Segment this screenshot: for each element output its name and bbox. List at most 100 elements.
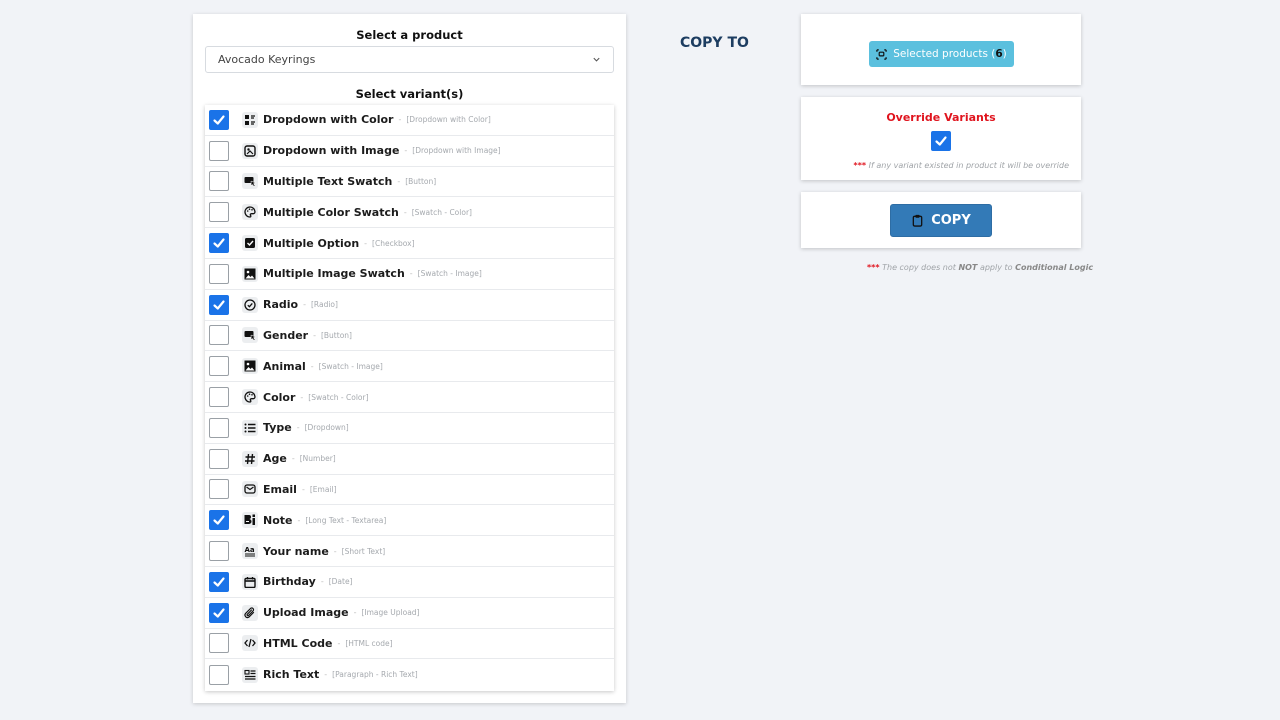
variant-type: [Swatch - Image] <box>318 361 383 371</box>
variant-type: [Paragraph - Rich Text] <box>332 670 418 680</box>
copy-to-heading: COPY TO <box>680 35 749 51</box>
variant-row[interactable]: Rich Text - [Paragraph - Rich Text] <box>205 659 614 690</box>
variant-checkbox[interactable] <box>209 202 229 223</box>
variant-separator: - <box>310 361 314 371</box>
variant-row[interactable]: Animal - [Swatch - Image] <box>205 351 614 383</box>
selected-products-count: 6 <box>995 48 1003 60</box>
chevron-down-icon <box>591 55 601 65</box>
variant-row[interactable]: Type - [Dropdown] <box>205 413 614 444</box>
variant-name: Dropdown with Color <box>263 113 394 127</box>
variant-type: [Swatch - Image] <box>417 269 482 279</box>
override-note-text: If any variant existed in product it wil… <box>868 161 1069 170</box>
rich-text-icon <box>242 666 258 683</box>
checkmark-icon <box>213 608 225 618</box>
variant-checkbox[interactable] <box>209 510 229 531</box>
variant-row[interactable]: Email - [Email] <box>205 475 614 506</box>
variant-type: [Dropdown with Color] <box>406 115 491 125</box>
select-frame-icon <box>876 48 887 60</box>
variant-type: [Radio] <box>311 300 338 310</box>
variant-checkbox[interactable] <box>209 294 229 315</box>
variant-type: [Swatch - Color] <box>308 392 369 402</box>
variant-checkbox[interactable] <box>209 325 229 346</box>
variant-checkbox[interactable] <box>209 387 229 408</box>
variant-separator: - <box>409 269 413 279</box>
short-text-icon: Aa <box>242 543 258 560</box>
variant-separator: - <box>296 423 300 433</box>
button-cursor-icon <box>242 173 258 190</box>
selected-products-button[interactable]: Selected products (6) <box>869 41 1014 67</box>
variant-name: HTML Code <box>263 636 333 650</box>
variant-checkbox[interactable] <box>209 109 229 130</box>
variant-name: Age <box>263 452 287 466</box>
variant-checkbox[interactable] <box>209 171 229 192</box>
variant-checkbox[interactable] <box>209 356 229 377</box>
clipboard-icon <box>912 214 923 227</box>
variant-name: Color <box>263 390 296 404</box>
variant-row[interactable]: Upload Image - [Image Upload] <box>205 598 614 629</box>
override-variants-card: Override Variants *** If any variant exi… <box>801 97 1081 180</box>
email-icon <box>242 481 258 498</box>
copy-note: *** The copy does not NOT apply to Condi… <box>867 263 1093 272</box>
variant-separator: - <box>303 300 306 310</box>
variant-checkbox[interactable] <box>209 479 229 500</box>
variant-row[interactable]: Gender - [Button] <box>205 321 614 352</box>
variant-name: Dropdown with Image <box>263 144 400 158</box>
variant-row[interactable]: Multiple Text Swatch - [Button] <box>205 167 614 198</box>
variant-name: Multiple Color Swatch <box>263 205 399 219</box>
variant-name: Email <box>263 482 297 496</box>
variant-name: Type <box>263 421 292 435</box>
radio-icon <box>242 296 258 313</box>
variant-name: Note <box>263 513 293 527</box>
variant-row[interactable]: Age - [Number] <box>205 444 614 475</box>
note-stars: *** <box>867 263 880 272</box>
override-variants-title: Override Variants <box>886 111 996 124</box>
code-icon <box>242 635 258 652</box>
variant-checkbox[interactable] <box>209 140 229 161</box>
variant-separator: - <box>397 176 401 186</box>
selected-products-label: Selected products ( <box>893 48 996 60</box>
variant-row[interactable]: Aa Your name - [Short Text] <box>205 536 614 567</box>
checkmark-icon <box>213 238 225 248</box>
variant-row[interactable]: Radio - [Radio] <box>205 290 614 321</box>
variant-name: Birthday <box>263 575 316 589</box>
copy-button[interactable]: COPY <box>890 204 992 237</box>
copy-note-bold-not: NOT <box>958 263 978 272</box>
copy-source-panel: Select a product Avocado Keyrings Select… <box>193 14 626 703</box>
variant-separator: - <box>353 608 357 618</box>
variant-checkbox[interactable] <box>209 263 229 284</box>
variant-row[interactable]: Dropdown with Color - [Dropdown with Color… <box>205 105 614 136</box>
variant-name: Rich Text <box>263 668 320 682</box>
variant-type: [Number] <box>299 454 336 464</box>
variant-separator: - <box>404 146 408 156</box>
variant-row[interactable]: Dropdown with Image - [Dropdown with Image… <box>205 136 614 167</box>
variant-checkbox[interactable] <box>209 541 229 562</box>
product-select[interactable]: Avocado Keyrings <box>205 46 614 73</box>
checkmark-icon <box>213 515 225 525</box>
variant-checkbox[interactable] <box>209 633 229 654</box>
variant-checkbox[interactable] <box>209 448 229 469</box>
variant-checkbox[interactable] <box>209 602 229 623</box>
variant-row[interactable]: Multiple Image Swatch - [Swatch - Image] <box>205 259 614 290</box>
variant-type: [Swatch - Color] <box>411 207 472 217</box>
variant-row[interactable]: Birthday - [Date] <box>205 567 614 598</box>
variant-checkbox[interactable] <box>209 571 229 592</box>
select-product-label: Select a product <box>356 28 463 42</box>
variant-checkbox[interactable] <box>209 417 229 438</box>
variant-row[interactable]: Note - [Long Text - Textarea] <box>205 505 614 537</box>
variant-row[interactable]: Color - [Swatch - Color] <box>205 382 614 413</box>
variant-name: Your name <box>263 544 329 558</box>
paperclip-icon <box>242 604 258 621</box>
variant-separator: - <box>300 392 304 402</box>
variant-row[interactable]: Multiple Option - [Checkbox] <box>205 228 614 259</box>
variant-checkbox[interactable] <box>209 233 229 254</box>
variant-name: Multiple Image Swatch <box>263 267 405 281</box>
copy-note-text-2: apply to <box>979 263 1013 272</box>
override-variants-checkbox[interactable] <box>931 131 951 151</box>
svg-text:Aa: Aa <box>245 546 255 554</box>
variant-separator: - <box>291 454 295 464</box>
variant-row[interactable]: Multiple Color Swatch - [Swatch - Color] <box>205 197 614 229</box>
variant-checkbox[interactable] <box>209 664 229 685</box>
variant-row[interactable]: HTML Code - [HTML code] <box>205 629 614 660</box>
select-variants-label: Select variant(s) <box>355 87 464 101</box>
variant-separator: - <box>297 515 301 525</box>
